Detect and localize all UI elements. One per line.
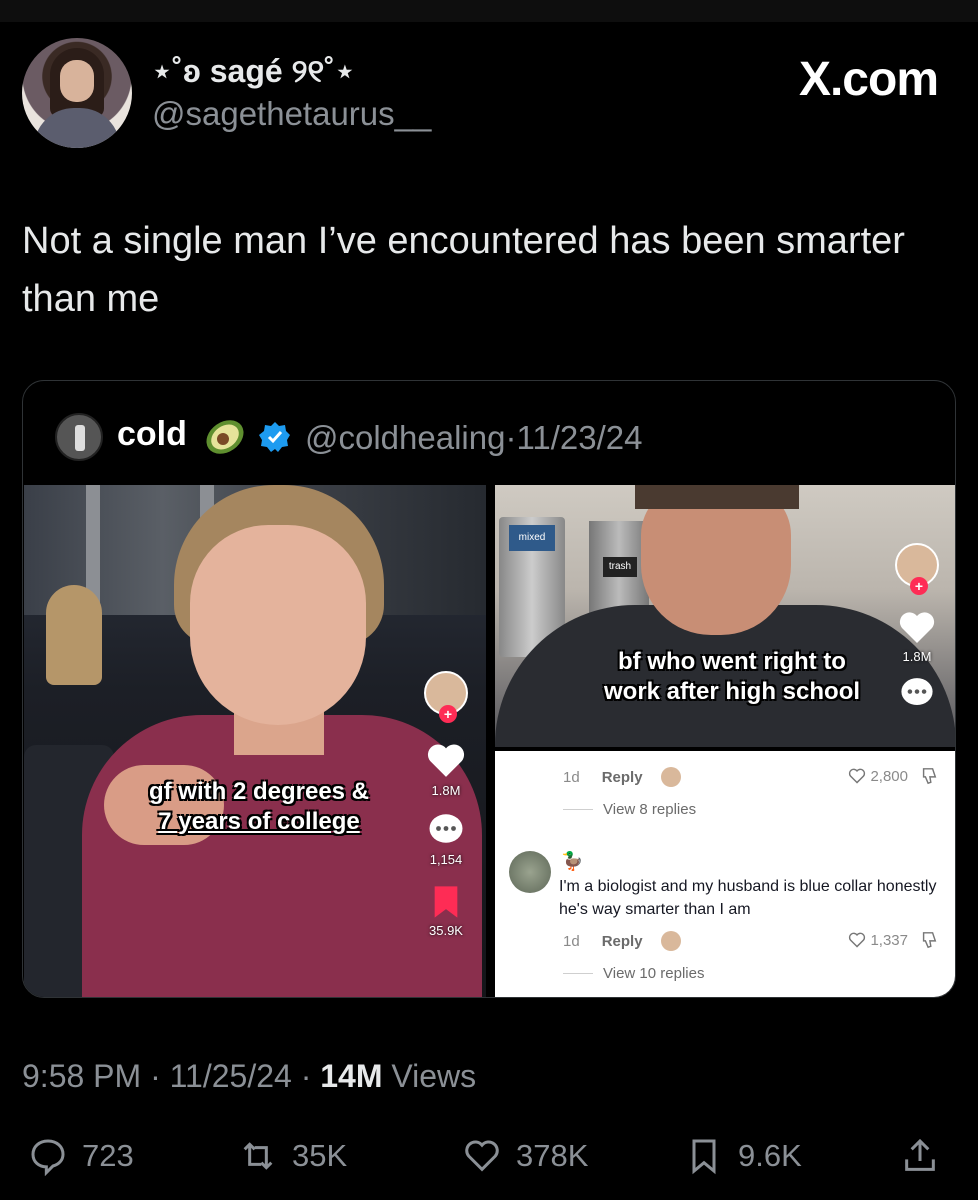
quoted-author-name[interactable]: cold <box>117 415 187 454</box>
repost-icon[interactable] <box>238 1136 278 1176</box>
author-handle[interactable]: @sagethetaurus__ <box>152 95 431 133</box>
dislike-icon[interactable] <box>920 767 938 785</box>
creator-liked-avatar <box>660 767 681 787</box>
verified-badge-icon <box>259 422 290 452</box>
share-icon[interactable] <box>900 1136 940 1176</box>
comment-like-row: 1,337 <box>848 931 938 949</box>
like-action[interactable]: 378K <box>462 1136 588 1176</box>
site-logo: X.com <box>798 53 939 106</box>
dot-separator: · <box>300 1058 321 1094</box>
reply-button[interactable]: Reply <box>602 933 643 950</box>
bookmark-count: 9.6K <box>738 1138 802 1173</box>
comment-actions-row: 1d Reply <box>563 931 681 951</box>
bookmark-action[interactable]: 9.6K <box>684 1136 802 1176</box>
tweet-time[interactable]: 9:58 PM <box>22 1058 141 1094</box>
share-action[interactable] <box>900 1136 940 1176</box>
bin-label: trash <box>603 557 637 577</box>
caption-line: bf who went right to <box>618 648 846 675</box>
comment-age: 1d <box>563 768 580 786</box>
repost-action[interactable]: 35K <box>238 1136 347 1176</box>
caption-line: gf with 2 degrees & <box>148 778 370 805</box>
quoted-date: 11/23/24 <box>516 419 643 456</box>
view-replies-row[interactable]: View 8 replies <box>563 801 696 818</box>
heart-outline-icon[interactable] <box>848 932 866 948</box>
heart-outline-icon[interactable] <box>462 1136 502 1176</box>
view-replies-link[interactable]: View 10 replies <box>603 965 704 982</box>
comment-icon[interactable] <box>428 812 464 848</box>
heart-outline-icon[interactable] <box>848 768 866 784</box>
bookmark-outline-icon[interactable] <box>684 1136 724 1176</box>
comment-like-count: 2,800 <box>870 767 908 785</box>
view-replies-row[interactable]: View 10 replies <box>563 965 704 982</box>
tiktok-sidebar: + 1.8M 1,154 35.9K <box>424 671 468 938</box>
reply-button[interactable]: Reply <box>602 769 643 786</box>
reply-action[interactable]: 723 <box>28 1136 134 1176</box>
tweet-text: Not a single man I’ve encountered has be… <box>22 220 905 320</box>
tiktok-creator-avatar[interactable]: + <box>895 543 939 595</box>
tweet-date[interactable]: 11/25/24 <box>170 1058 292 1094</box>
woman-face <box>190 525 366 725</box>
commenter-avatar[interactable] <box>509 851 551 893</box>
views-label: Views <box>391 1058 477 1094</box>
follow-plus-icon[interactable]: + <box>910 577 928 595</box>
comment-actions-row: 1d Reply <box>563 767 681 787</box>
background-person <box>46 585 102 685</box>
tiktok-sidebar: + 1.8M <box>895 543 939 710</box>
comment-like-row: 2,800 <box>848 767 938 785</box>
replies-divider <box>563 973 593 974</box>
view-replies-link[interactable]: View 8 replies <box>603 801 696 818</box>
saves-count: 35.9K <box>429 923 463 938</box>
left-video-caption: gf with 2 degrees & 7 years of college <box>124 777 394 837</box>
right-video-thumbnail[interactable]: mixed trash bf who went right to work af… <box>495 485 955 747</box>
reply-count: 723 <box>82 1138 134 1173</box>
caption-line: work after high school <box>603 678 861 705</box>
comment-text: I'm a biologist and my husband is blue c… <box>559 878 937 918</box>
creator-liked-avatar <box>660 931 681 951</box>
dot-separator: · <box>150 1058 170 1094</box>
comment-icon[interactable] <box>900 676 934 710</box>
dot-separator: · <box>505 419 517 456</box>
avocado-emoji-icon <box>206 420 244 454</box>
right-video-caption: bf who went right to work after high sch… <box>587 647 877 707</box>
bookmark-icon[interactable] <box>431 885 461 919</box>
views-count: 14M <box>320 1058 383 1094</box>
tweet-meta: 9:58 PM · 11/25/24 · 14M Views <box>22 1058 476 1095</box>
author-display-name[interactable]: ⋆˚ʚ sagé ୨୧˚⋆ <box>152 52 355 91</box>
repost-count: 35K <box>292 1138 348 1173</box>
left-video-thumbnail[interactable]: gf with 2 degrees & 7 years of college +… <box>24 485 486 997</box>
quoted-handle-date: @coldhealing·11/23/24 <box>305 419 642 457</box>
likes-count: 1.8M <box>902 649 932 664</box>
quoted-author-avatar[interactable] <box>55 413 103 461</box>
like-count: 378K <box>516 1138 589 1173</box>
author-avatar[interactable] <box>22 38 132 148</box>
quoted-tweet-card[interactable]: cold @coldhealing·11/23/24 gf with 2 deg… <box>22 380 956 998</box>
tweet-action-bar: 723 35K 378K 9.6K <box>22 1136 956 1192</box>
comments-count: 1,154 <box>429 852 463 867</box>
follow-plus-icon[interactable]: + <box>439 705 457 723</box>
duck-emoji-icon: 🦆 <box>561 851 584 871</box>
comment-age: 1d <box>563 932 580 950</box>
caption-line: 7 years of college <box>158 808 360 835</box>
heart-icon[interactable] <box>899 611 935 645</box>
status-strip <box>0 0 978 22</box>
bin-label: mixed <box>509 525 555 551</box>
tiktok-comments-panel: 1d Reply 2,800 View 8 replies 🦆 I'm a bi… <box>495 751 955 997</box>
avatar-shirt <box>34 108 120 148</box>
dislike-icon[interactable] <box>920 931 938 949</box>
likes-count: 1.8M <box>431 783 461 798</box>
man-hair <box>635 485 799 509</box>
comment-like-count: 1,337 <box>870 931 908 949</box>
avatar-face <box>60 60 94 102</box>
reply-bubble-icon[interactable] <box>28 1136 68 1176</box>
heart-icon[interactable] <box>427 743 465 779</box>
tiktok-creator-avatar[interactable]: + <box>424 671 468 723</box>
quoted-handle[interactable]: @coldhealing <box>305 419 505 456</box>
woman-sweater <box>82 715 482 997</box>
replies-divider <box>563 809 593 810</box>
